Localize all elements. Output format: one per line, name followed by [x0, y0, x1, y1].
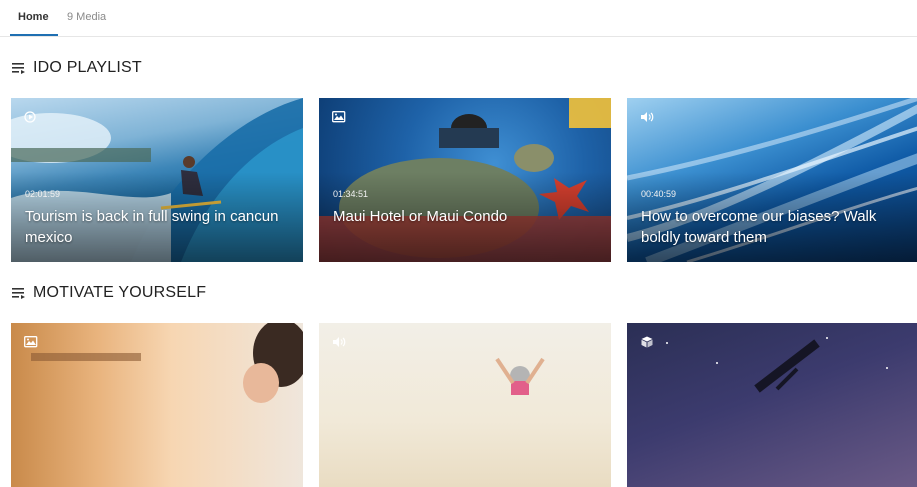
media-card[interactable]: 01:34:51 Maui Hotel or Maui Condo	[319, 98, 611, 262]
3d-cube-icon	[641, 336, 653, 348]
media-card[interactable]	[319, 323, 611, 487]
card-title: Maui Hotel or Maui Condo	[333, 208, 508, 225]
section-title: IDO PLAYLIST	[33, 59, 142, 76]
media-card[interactable]	[627, 323, 917, 487]
section-header-ido-playlist: IDO PLAYLIST	[12, 57, 142, 79]
card-title: How to overcome our biases? Walk boldly …	[641, 208, 877, 246]
playlist-icon	[12, 63, 25, 74]
media-card[interactable]: 02:01:59 Tourism is back in full swing i…	[11, 98, 303, 262]
top-tabs: Home 9 Media	[0, 0, 917, 37]
card-thumbnail	[319, 323, 611, 487]
card-thumbnail	[11, 323, 303, 487]
duration-label: 00:40:59	[641, 189, 677, 199]
media-card[interactable]: 00:40:59 How to overcome our biases? Wal…	[627, 98, 917, 262]
video-icon	[24, 111, 36, 123]
image-icon	[332, 111, 346, 123]
audio-icon	[333, 337, 346, 347]
duration-label: 01:34:51	[333, 189, 369, 199]
audio-icon	[641, 112, 654, 122]
playlist-icon	[12, 288, 25, 299]
section-title: MOTIVATE YOURSELF	[33, 284, 207, 301]
tab-home[interactable]: Home	[18, 10, 49, 24]
card-thumbnail	[627, 323, 917, 487]
tab-9-media[interactable]: 9 Media	[67, 10, 106, 24]
image-icon	[24, 336, 38, 348]
active-tab-indicator	[10, 34, 58, 36]
section-header-motivate-yourself: MOTIVATE YOURSELF	[12, 282, 206, 304]
duration-label: 02:01:59	[25, 189, 61, 199]
card-title: Tourism is back in full swing in cancun …	[25, 208, 279, 246]
media-card[interactable]	[11, 323, 303, 487]
